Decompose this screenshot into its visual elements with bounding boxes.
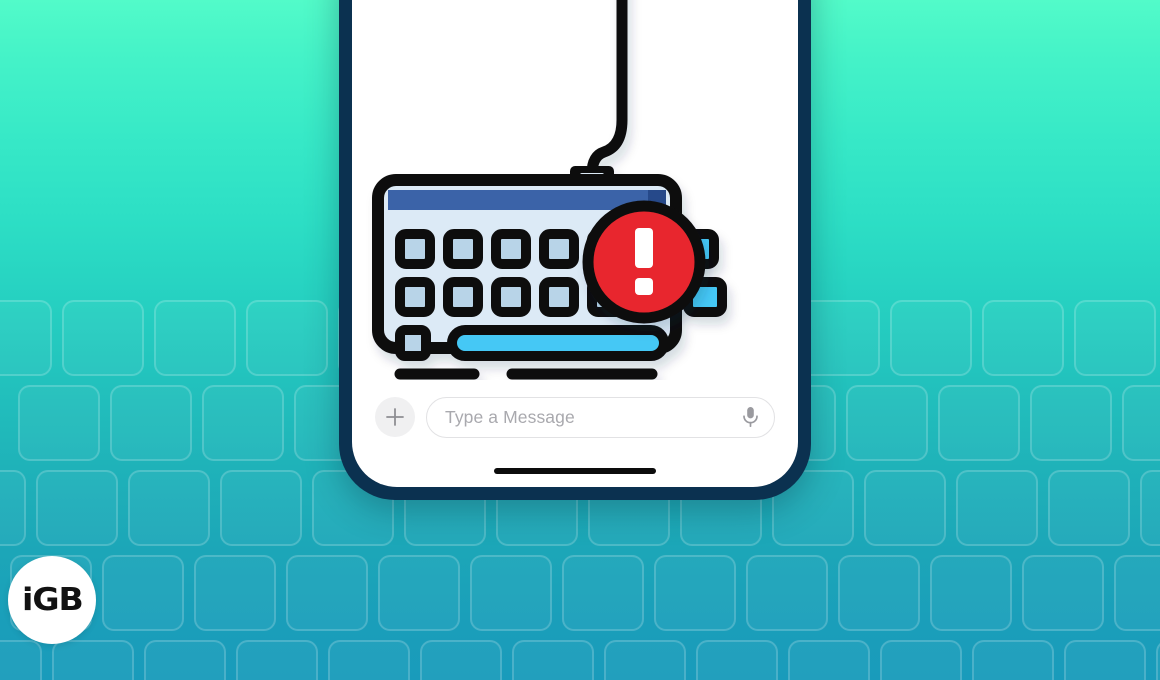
watermark-key: [1114, 555, 1160, 631]
watermark-key: [236, 640, 318, 680]
screenshot-canvas: Type a Message iGB: [0, 0, 1160, 680]
phone-device: Type a Message: [339, 0, 811, 500]
watermark-key: [746, 555, 828, 631]
watermark-key: [890, 300, 972, 376]
igb-logo: iGB: [8, 556, 96, 644]
igb-logo-text: iGB: [21, 581, 84, 618]
watermark-key: [62, 300, 144, 376]
watermark-key: [1156, 640, 1160, 680]
watermark-key: [930, 555, 1012, 631]
phone-screen: Type a Message: [352, 0, 798, 487]
watermark-key: [982, 300, 1064, 376]
watermark-key: [0, 470, 26, 546]
watermark-key: [102, 555, 184, 631]
watermark-key: [512, 640, 594, 680]
watermark-key: [1122, 385, 1160, 461]
message-text-field[interactable]: Type a Message: [426, 396, 775, 438]
message-input-bar: Type a Message: [375, 395, 775, 439]
watermark-key: [154, 300, 236, 376]
watermark-key: [52, 640, 134, 680]
watermark-key: [880, 640, 962, 680]
watermark-key: [956, 470, 1038, 546]
keyboard-error-illustration: [352, 0, 798, 380]
watermark-key: [838, 555, 920, 631]
watermark-key: [0, 640, 42, 680]
watermark-key: [286, 555, 368, 631]
watermark-key: [846, 385, 928, 461]
watermark-key: [1022, 555, 1104, 631]
watermark-key: [378, 555, 460, 631]
watermark-key: [864, 470, 946, 546]
watermark-key: [1074, 300, 1156, 376]
watermark-key: [18, 385, 100, 461]
watermark-key: [0, 300, 52, 376]
watermark-key: [1048, 470, 1130, 546]
watermark-key: [972, 640, 1054, 680]
watermark-key: [36, 470, 118, 546]
watermark-key: [1030, 385, 1112, 461]
watermark-key: [696, 640, 778, 680]
watermark-key: [202, 385, 284, 461]
watermark-key: [328, 640, 410, 680]
watermark-key: [420, 640, 502, 680]
watermark-key: [562, 555, 644, 631]
watermark-key: [604, 640, 686, 680]
watermark-key: [1064, 640, 1146, 680]
watermark-key: [246, 300, 328, 376]
watermark-key: [220, 470, 302, 546]
watermark-key: [938, 385, 1020, 461]
watermark-key: [1140, 470, 1160, 546]
home-indicator: [494, 468, 656, 474]
watermark-key: [128, 470, 210, 546]
message-placeholder: Type a Message: [445, 406, 575, 427]
microphone-icon[interactable]: [741, 405, 760, 429]
add-attachment-button[interactable]: [375, 397, 415, 437]
exclamation-mark-badge: [582, 200, 706, 324]
watermark-key: [788, 640, 870, 680]
plus-icon: [386, 408, 404, 426]
watermark-key: [110, 385, 192, 461]
watermark-key: [654, 555, 736, 631]
watermark-key: [194, 555, 276, 631]
watermark-key: [470, 555, 552, 631]
watermark-key: [144, 640, 226, 680]
